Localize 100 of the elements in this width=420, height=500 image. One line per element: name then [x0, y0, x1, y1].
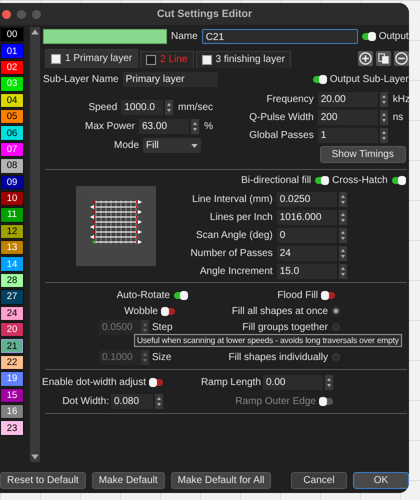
spin-buttons[interactable]	[325, 374, 333, 390]
ramp-outer-edge-label: Ramp Outer Edge	[235, 396, 316, 406]
sublayer-name-label: Sub-Layer Name	[43, 74, 119, 84]
layer-swatch[interactable]: 20	[0, 322, 24, 338]
number-field[interactable]: 24	[276, 246, 337, 261]
mode-dropdown[interactable]: Fill	[143, 138, 201, 153]
radio-label: Fill groups together	[242, 322, 328, 332]
sublayer-tab[interactable]: 2 Line	[140, 50, 194, 68]
spin-buttons[interactable]	[380, 92, 388, 107]
name-label: Name	[171, 30, 198, 42]
unit-label: mm/sec	[178, 102, 213, 113]
toggle-switch[interactable]	[392, 176, 405, 184]
sublayer-name-field[interactable]: Primary layer	[122, 72, 218, 86]
output-toggle[interactable]	[362, 32, 375, 40]
field-label: Mode	[112, 140, 139, 151]
name-field[interactable]: C21	[202, 28, 358, 44]
layer-swatch[interactable]: 21	[0, 338, 24, 354]
layer-swatch[interactable]: 23	[0, 420, 24, 436]
spin-buttons[interactable]	[338, 192, 347, 207]
spin-buttons[interactable]	[380, 128, 388, 143]
wobble-toggle[interactable]	[162, 308, 175, 314]
flood-fill-toggle[interactable]	[322, 292, 335, 298]
auto-rotate-toggle[interactable]	[174, 292, 187, 298]
number-field[interactable]: 15.0	[276, 264, 337, 279]
scroll-up-icon[interactable]	[30, 27, 40, 37]
number-field[interactable]: 0.0250	[276, 192, 337, 207]
layer-color-bar[interactable]	[43, 28, 167, 44]
layer-swatch[interactable]: 06	[0, 125, 24, 141]
number-field[interactable]: 1	[318, 128, 378, 143]
spin-buttons[interactable]	[338, 228, 347, 243]
spin-buttons[interactable]	[141, 320, 149, 334]
output-sublayer-label: Output Sub-Layer	[330, 74, 409, 84]
field-label: Frequency	[266, 94, 314, 105]
field-label: Line Interval (mm)	[191, 194, 273, 205]
window-title: Cut Settings Editor	[156, 8, 252, 20]
layer-swatch[interactable]: 22	[0, 354, 24, 370]
dot-width-adjust-label: Enable dot-width adjust	[42, 376, 146, 388]
number-field[interactable]: 1016.000	[276, 210, 337, 225]
layer-swatch[interactable]: 28	[0, 272, 24, 288]
spin-buttons[interactable]	[191, 119, 200, 134]
add-icon[interactable]	[358, 50, 373, 66]
layer-swatch[interactable]: 12	[0, 224, 24, 240]
sublayer-tab[interactable]: 3 finishing layer	[196, 50, 291, 68]
copy-icon[interactable]	[376, 50, 391, 66]
layer-swatch[interactable]: 09	[0, 174, 24, 190]
spin-buttons[interactable]	[338, 264, 347, 279]
layer-swatch[interactable]: 16	[0, 404, 24, 420]
number-field[interactable]: 0.00	[263, 374, 323, 390]
close-button[interactable]	[2, 10, 11, 19]
auto-rotate-label: Auto-Rotate	[116, 290, 170, 300]
number-field[interactable]: 1000.0	[121, 100, 163, 115]
output-sublayer-toggle[interactable]	[312, 76, 326, 82]
wobble-label: Wobble	[124, 306, 158, 316]
radio-label: Fill all shapes at once	[232, 306, 328, 316]
spin-buttons[interactable]	[338, 246, 347, 261]
field-label: Step	[152, 322, 173, 332]
number-field[interactable]: 63.00	[139, 119, 190, 134]
number-field[interactable]: 0	[276, 228, 337, 243]
field-label: Q-Pulse Width	[249, 112, 314, 123]
footer-button[interactable]: Reset to Default	[0, 472, 86, 488]
field-label: Number of Passes	[189, 248, 273, 259]
layer-swatch[interactable]: 00	[0, 27, 24, 42]
dot-width-adjust-toggle[interactable]	[150, 378, 163, 386]
scrollbar[interactable]	[30, 27, 40, 462]
layer-swatch[interactable]: 05	[0, 108, 24, 124]
remove-icon[interactable]	[394, 50, 409, 66]
footer-button[interactable]: Cancel	[291, 472, 347, 488]
spin-buttons[interactable]	[165, 100, 173, 115]
number-field[interactable]: 20.00	[318, 92, 378, 107]
radio-button[interactable]	[332, 323, 340, 331]
radio-label: Fill shapes individually	[228, 352, 328, 362]
footer-button[interactable]: Make Default	[92, 472, 165, 488]
flood-fill-label: Flood Fill	[277, 290, 318, 300]
layer-swatch[interactable]: 24	[0, 306, 24, 322]
layer-swatch[interactable]: 01	[0, 43, 24, 59]
field-label: Scan Angle (deg)	[195, 230, 273, 241]
radio-button[interactable]	[332, 353, 340, 361]
scroll-down-icon[interactable]	[30, 452, 40, 462]
layer-swatch[interactable]: 08	[0, 158, 24, 174]
spin-buttons[interactable]	[380, 110, 388, 125]
layer-swatch[interactable]: 15	[0, 388, 24, 403]
sublayer-tab[interactable]: 1 Primary layer	[45, 48, 138, 68]
layer-swatch[interactable]: 04	[0, 92, 24, 108]
field-label: Global Passes	[249, 130, 314, 141]
unit-label: ns	[392, 112, 404, 123]
layer-swatch[interactable]: 27	[0, 289, 24, 305]
spin-buttons[interactable]	[155, 394, 163, 408]
toggle-switch[interactable]	[315, 176, 328, 184]
field-label: Max Power	[84, 121, 135, 132]
layer-swatch[interactable]: 02	[0, 60, 24, 76]
caret-icon	[191, 144, 198, 148]
layer-swatch[interactable]: 10	[0, 190, 24, 206]
radio-button[interactable]	[332, 307, 340, 315]
number-field[interactable]: 0.080	[111, 394, 153, 408]
spin-buttons[interactable]	[338, 210, 347, 225]
output-label: Output	[378, 30, 409, 42]
footer-button[interactable]: OK	[353, 472, 409, 488]
footer-button[interactable]: Make Default for All	[170, 472, 272, 488]
number-field[interactable]: 200	[318, 110, 378, 125]
show-timings-button[interactable]: Show Timings	[320, 146, 406, 163]
